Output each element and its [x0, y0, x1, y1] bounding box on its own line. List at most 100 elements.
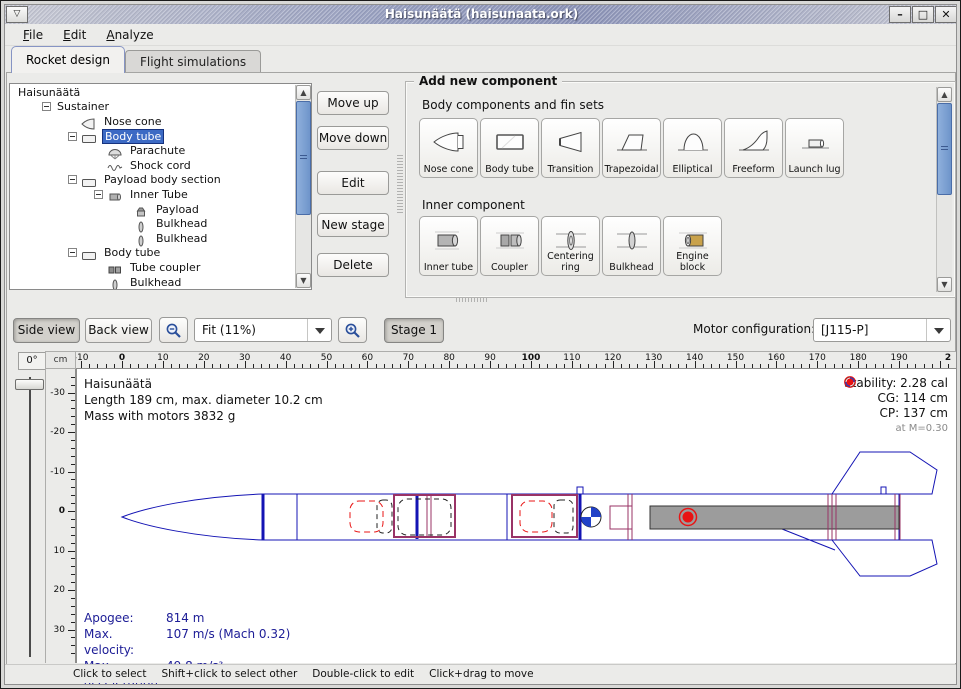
ruler-tick	[523, 364, 524, 368]
ruler-label-partial: 2	[945, 353, 951, 363]
ruler-tick	[416, 364, 417, 368]
add-nose-cone-button[interactable]: Nose cone	[419, 118, 478, 178]
ruler-tick	[482, 364, 483, 368]
add-elliptical-button[interactable]: Elliptical	[663, 118, 722, 178]
ruler-tick	[866, 364, 867, 368]
add-bulkhead-button[interactable]: Bulkhead	[602, 216, 661, 276]
move-down-button[interactable]: Move down	[317, 126, 389, 150]
delete-button[interactable]: Delete	[317, 253, 389, 277]
ruler-tick	[875, 364, 876, 368]
ruler-tick	[637, 364, 638, 368]
motor-configuration-select[interactable]: [J115-P]	[813, 318, 951, 342]
ruler-label: 40	[280, 353, 291, 363]
tree-item-bulkhead-9[interactable]: Bulkhead	[10, 216, 294, 231]
scroll-down-button[interactable]: ▼	[296, 273, 311, 288]
ruler-tick	[809, 364, 810, 368]
coupler-icon	[107, 261, 125, 273]
ruler-label: 60	[362, 353, 373, 363]
add-trapezoidal-button[interactable]: Trapezoidal	[602, 118, 661, 178]
minimize-button[interactable]: –	[889, 6, 911, 23]
menu-edit[interactable]: Edit	[53, 26, 96, 44]
flight-stat-row: Max. velocity:107 m/s (Mach 0.32)	[84, 626, 290, 658]
add-launch-lug-button[interactable]: Launch lug	[785, 118, 844, 178]
tree-expander-icon[interactable]	[94, 190, 103, 199]
dropdown-area[interactable]	[307, 319, 331, 341]
tree-expander-icon[interactable]	[68, 248, 77, 257]
ruler-tick	[71, 495, 75, 496]
tree-item-body-tube-3[interactable]: Body tube	[10, 129, 294, 144]
ruler-tick	[71, 558, 75, 559]
component-button-label: Freeform	[726, 165, 781, 176]
rotation-slider-track[interactable]	[29, 377, 31, 657]
new-stage-button[interactable]: New stage	[317, 213, 389, 237]
tree-item-bulkhead-13[interactable]: Bulkhead	[10, 275, 294, 290]
add-engine-block-button[interactable]: Engine block	[663, 216, 722, 276]
tree-item-nose-cone-2[interactable]: Nose cone	[10, 114, 294, 129]
add-centering-ring-button[interactable]: Centering ring	[541, 216, 600, 276]
flight-stat-row: Apogee:814 m	[84, 610, 290, 626]
ruler-tick	[155, 364, 156, 368]
ruler-tick	[71, 377, 75, 378]
close-button[interactable]: ✕	[935, 6, 957, 23]
titlebar[interactable]: ▽ Haisunäätä (haisunaata.ork) – □ ✕	[5, 5, 957, 24]
zoom-out-button[interactable]	[159, 317, 188, 343]
hint-shift-click-to-select-other: Shift+click to select other	[161, 668, 297, 680]
ruler-tick	[71, 653, 75, 654]
component-panel-scrollbar[interactable]: ▲ ▼	[936, 87, 952, 292]
move-up-button[interactable]: Move up	[317, 91, 389, 115]
menu-analyze[interactable]: Analyze	[96, 26, 163, 44]
menu-file[interactable]: File	[13, 26, 53, 44]
tree-item-haisun-t-0[interactable]: Haisunäätä	[10, 85, 294, 100]
dropdown-area[interactable]	[926, 319, 950, 341]
ruler-tick	[359, 364, 360, 368]
scroll-down-button[interactable]: ▼	[937, 277, 952, 292]
ruler-tick	[138, 364, 139, 368]
ruler-label: 50	[321, 353, 332, 363]
tree-expander-icon[interactable]	[42, 102, 51, 111]
add-coupler-button[interactable]: Coupler	[480, 216, 539, 276]
edit-button[interactable]: Edit	[317, 171, 389, 195]
ruler-tick	[605, 364, 606, 368]
stage-1-toggle[interactable]: Stage 1	[384, 318, 444, 343]
add-freeform-button[interactable]: Freeform	[724, 118, 783, 178]
tree-item-shock-cord-5[interactable]: Shock cord	[10, 158, 294, 173]
zoom-in-button[interactable]	[338, 317, 367, 343]
scroll-up-button[interactable]: ▲	[296, 85, 311, 100]
tree-item-parachute-4[interactable]: Parachute	[10, 143, 294, 158]
tree-expander-icon[interactable]	[68, 175, 77, 184]
zoom-level-select[interactable]: Fit (11%)	[194, 318, 332, 342]
scroll-up-button[interactable]: ▲	[937, 87, 952, 102]
tab-rocket-design[interactable]: Rocket design	[11, 46, 125, 73]
ruler-tick	[400, 364, 401, 368]
tree-item-bulkhead-10[interactable]: Bulkhead	[10, 231, 294, 246]
tree-item-inner-tube-7[interactable]: Inner Tube	[10, 187, 294, 202]
rotation-slider-handle[interactable]	[15, 379, 44, 390]
tree-scrollbar[interactable]: ▲ ▼	[295, 85, 311, 288]
tree-item-payload-body-section-6[interactable]: Payload body section	[10, 173, 294, 188]
add-body-tube-button[interactable]: Body tube	[480, 118, 539, 178]
tree-scrollbar-thumb[interactable]	[296, 101, 311, 215]
side-view-button[interactable]: Side view	[13, 318, 80, 343]
add-inner-tube-button[interactable]: Inner tube	[419, 216, 478, 276]
tree-item-sustainer-1[interactable]: Sustainer	[10, 100, 294, 115]
ruler-tick	[474, 364, 475, 368]
back-view-button[interactable]: Back view	[85, 318, 152, 343]
tree-expander-icon[interactable]	[68, 132, 77, 141]
tree-item-payload-8[interactable]: Payload	[10, 202, 294, 217]
rocket-canvas[interactable]: Haisunäätä Length 189 cm, max. diameter …	[76, 369, 956, 663]
vertical-splitter-handle[interactable]	[397, 155, 403, 215]
ruler-tick	[71, 448, 75, 449]
component-button-label: Transition	[543, 165, 598, 176]
tree-item-label: Parachute	[128, 144, 187, 157]
maximize-button[interactable]: □	[912, 6, 934, 23]
payload-icon	[133, 203, 151, 215]
tree-item-body-tube-11[interactable]: Body tube	[10, 246, 294, 261]
tab-flight-simulations[interactable]: Flight simulations	[125, 50, 261, 73]
add-transition-button[interactable]: Transition	[541, 118, 600, 178]
component-scrollbar-thumb[interactable]	[937, 103, 952, 195]
ruler-tick	[71, 645, 75, 646]
ruler-tick	[768, 364, 769, 368]
ruler-tick	[907, 364, 908, 368]
ruler-tick	[71, 527, 75, 528]
tree-item-tube-coupler-12[interactable]: Tube coupler	[10, 260, 294, 275]
